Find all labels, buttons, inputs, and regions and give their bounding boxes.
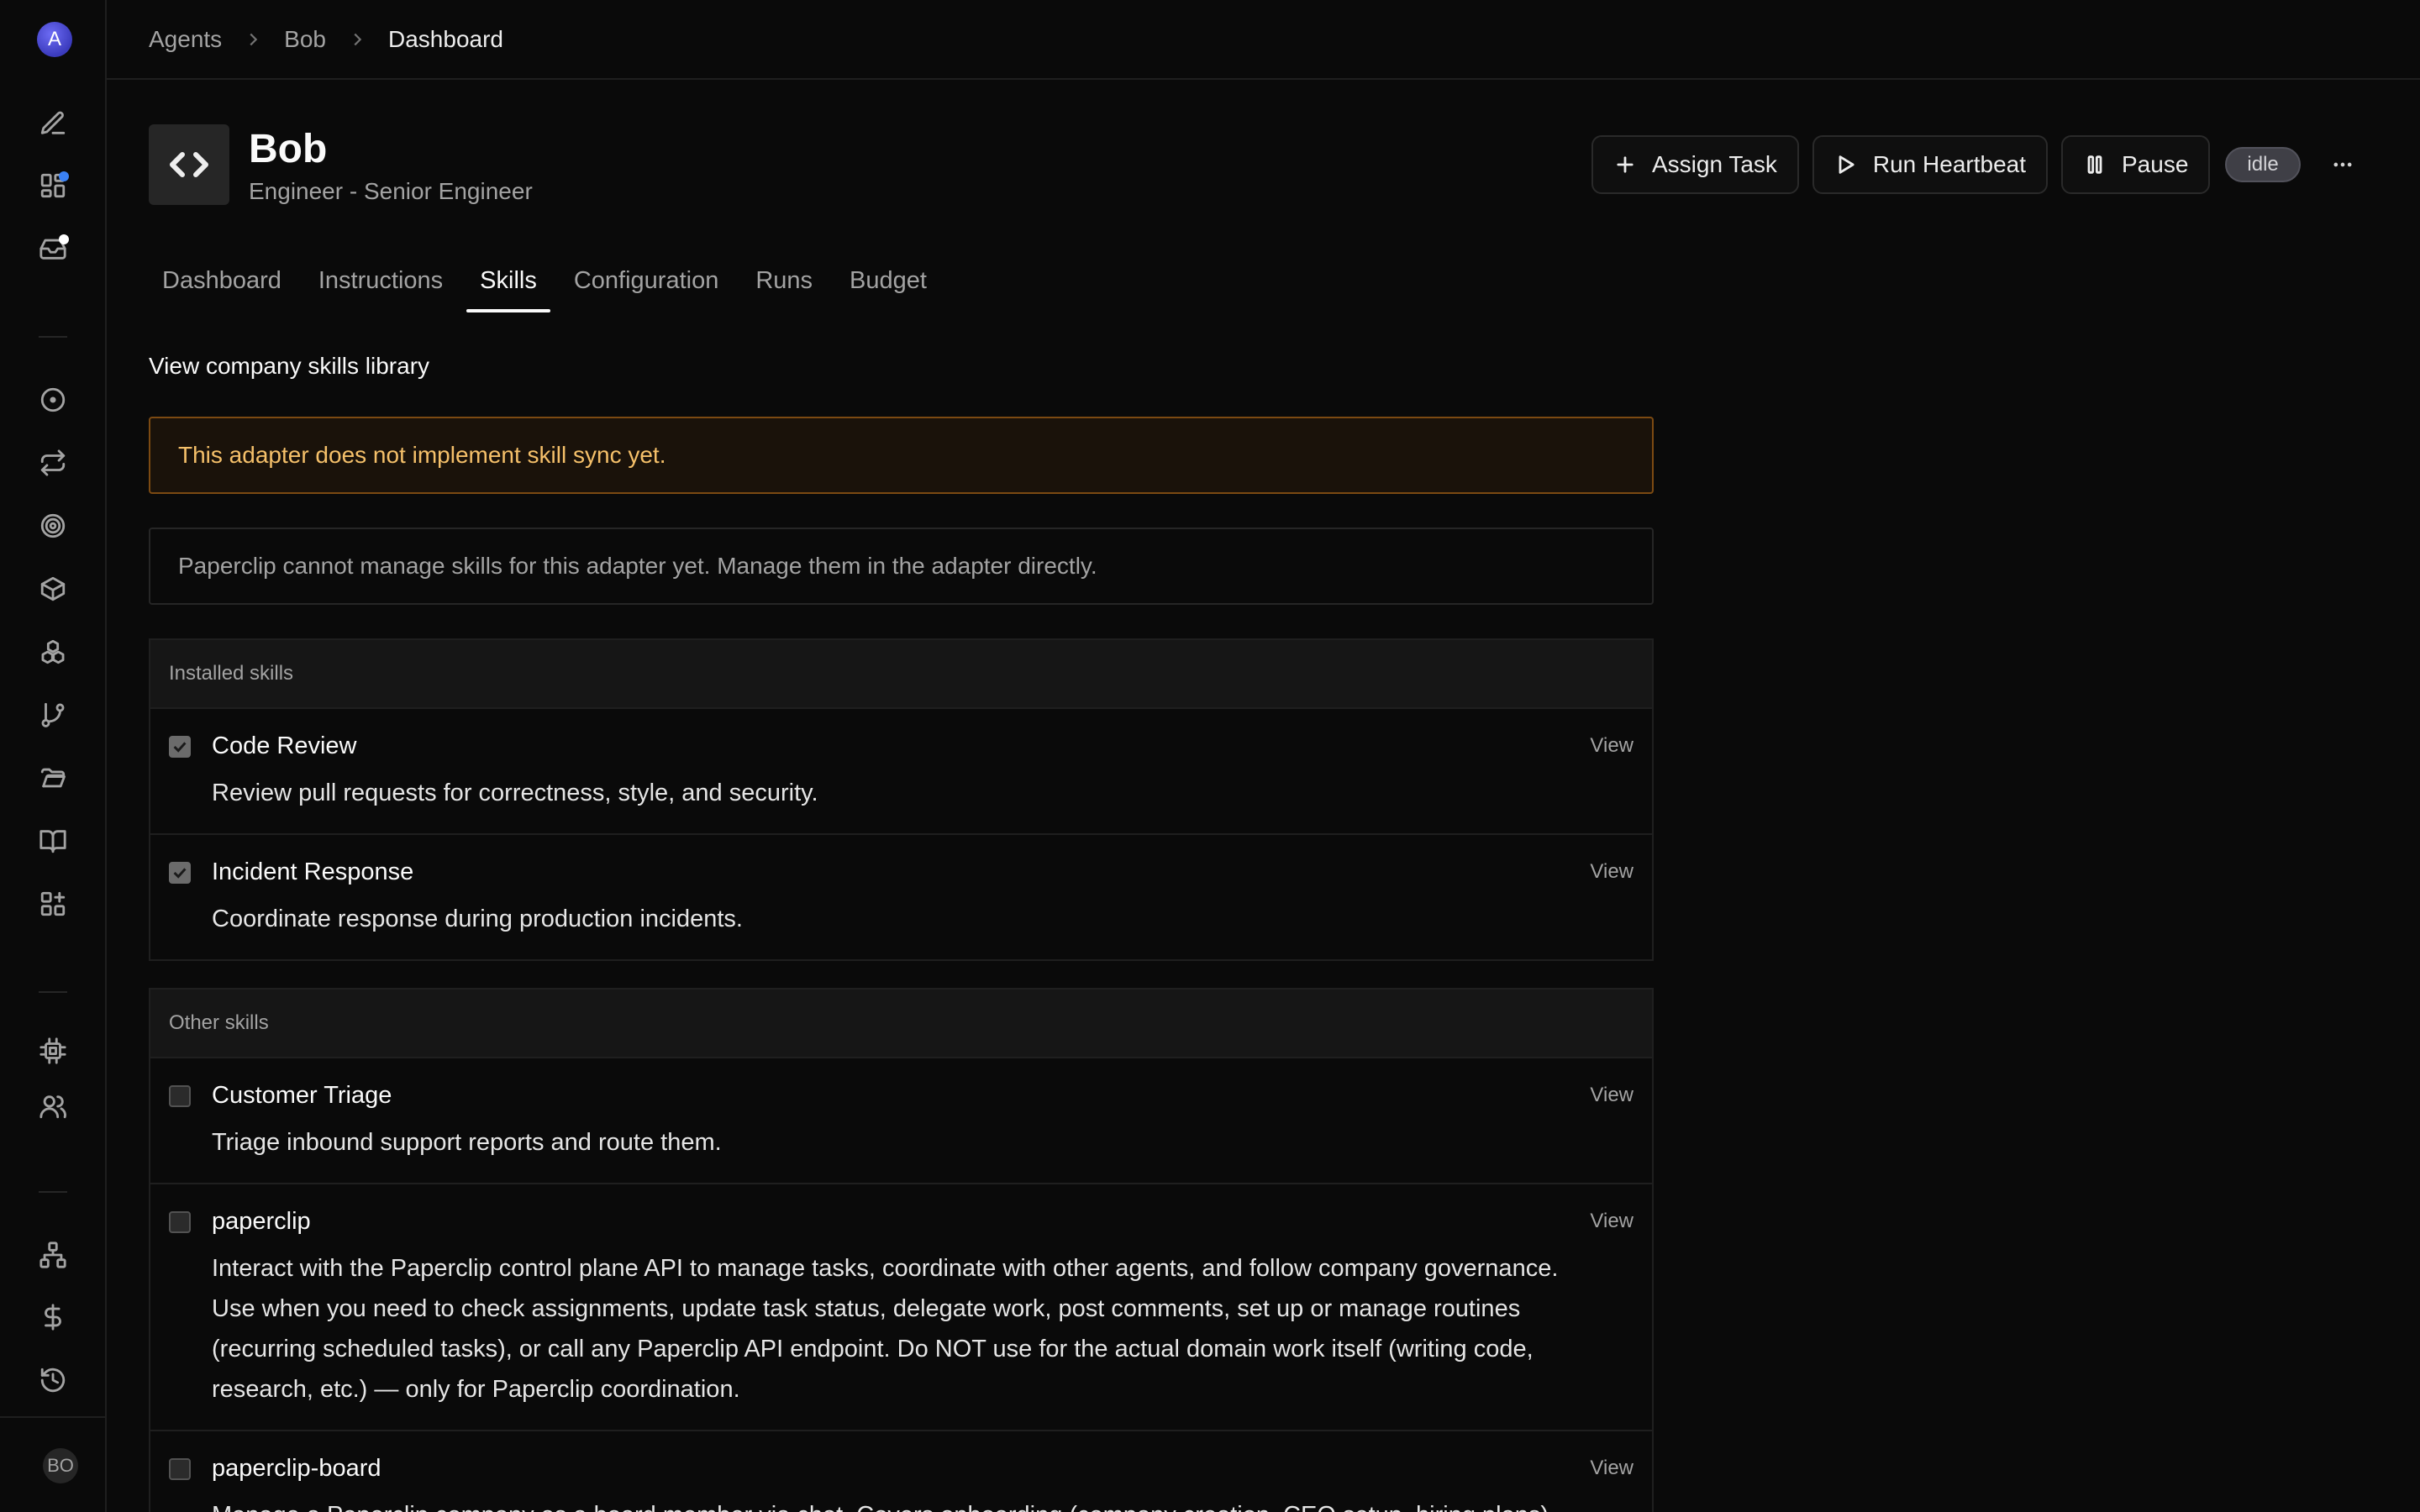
files-icon[interactable] [34,759,72,797]
tab-configuration[interactable]: Configuration [560,257,733,311]
skill-row: paperclip-board Manage a Paperclip compa… [150,1431,1652,1512]
code-icon [149,124,229,205]
tab-budget[interactable]: Budget [836,257,940,311]
workflows-icon[interactable] [34,696,72,734]
play-icon [1839,155,1854,174]
skills-library-link[interactable]: View company skills library [149,353,429,380]
other-skills-section: Other skills Customer Triage Triage inbo… [149,988,1654,1512]
tab-instructions[interactable]: Instructions [305,257,456,311]
skill-checkbox[interactable] [169,1211,191,1233]
sidebar-divider [39,1191,67,1193]
projects-icon[interactable] [34,570,72,608]
chevron-right-icon [244,30,262,49]
skill-row: paperclip Interact with the Paperclip co… [150,1184,1652,1431]
skill-checkbox[interactable] [169,862,191,884]
more-options-icon[interactable] [2326,153,2360,176]
issues-icon[interactable] [34,381,72,419]
run-heartbeat-button[interactable]: Run Heartbeat [1812,135,2048,194]
pause-button[interactable]: Pause [2061,135,2211,194]
skill-checkbox[interactable] [169,736,191,758]
tab-skills[interactable]: Skills [466,257,550,312]
skill-row: Customer Triage Triage inbound support r… [150,1058,1652,1184]
plus-icon [1617,156,1634,173]
skill-description: Manage a Paperclip company as a board me… [212,1495,1568,1512]
new-issue-icon[interactable] [34,104,72,143]
goals-icon[interactable] [34,507,72,545]
assign-task-label: Assign Task [1652,151,1777,177]
skill-row: Incident Response Coordinate response du… [150,835,1652,961]
skill-view-link[interactable]: View [1590,734,1634,758]
org-initial: A [47,28,61,50]
app-root: A BO Agents Bob Dashboard Bob Engineer -… [0,0,2420,1512]
breadcrumb-dashboard: Dashboard [388,25,503,52]
sidebar-divider [39,991,67,993]
skill-description: Review pull requests for correctness, st… [212,780,818,806]
section-title: Other skills [150,990,1652,1058]
run-heartbeat-label: Run Heartbeat [1872,151,2026,177]
skill-checkbox[interactable] [169,1085,191,1107]
inbox-notification-dot [59,234,69,244]
routines-icon[interactable] [34,444,72,482]
tab-runs[interactable]: Runs [742,257,826,311]
skill-view-link[interactable]: View [1590,1457,1634,1480]
user-avatar[interactable]: BO [43,1448,78,1483]
skill-description: Coordinate response during production in… [212,906,743,932]
costs-icon[interactable] [34,1298,72,1336]
docs-icon[interactable] [34,822,72,860]
skill-name: Customer Triage [212,1082,392,1109]
skill-name: Incident Response [212,858,414,885]
info-alert: Paperclip cannot manage skills for this … [149,528,1654,605]
pause-label: Pause [2122,151,2189,177]
tab-dashboard[interactable]: Dashboard [149,257,295,311]
warning-alert-text: This adapter does not implement skill sy… [178,442,666,468]
skill-description: Triage inbound support reports and route… [212,1129,722,1156]
adapters-icon[interactable] [34,1032,72,1070]
page-title: Bob [249,127,328,171]
agent-tabs: Dashboard Instructions Skills Configurat… [149,257,950,312]
breadcrumb-agents[interactable]: Agents [149,26,222,53]
skill-view-link[interactable]: View [1590,1084,1634,1107]
chevron-right-icon [348,30,366,49]
skill-description: Interact with the Paperclip control plan… [212,1255,1559,1403]
skill-view-link[interactable]: View [1590,860,1634,884]
activity-icon[interactable] [34,1361,72,1399]
dashboard-notification-dot [59,171,69,181]
plugins-icon[interactable] [34,885,72,923]
skill-view-link[interactable]: View [1590,1210,1634,1233]
skill-checkbox[interactable] [169,1458,191,1480]
breadcrumb: Agents Bob Dashboard [107,0,2420,80]
sidebar-divider [39,336,67,338]
sidebar: A BO [0,0,107,1512]
assign-task-button[interactable]: Assign Task [1591,135,1799,194]
pause-icon [2087,155,2102,174]
skill-name: paperclip-board [212,1455,381,1482]
skill-name: Code Review [212,732,357,759]
sidebar-footer-divider [0,1416,107,1418]
org-chart-icon[interactable] [34,1236,72,1274]
agent-role: Engineer - Senior Engineer [249,178,533,204]
skill-name: paperclip [212,1208,311,1235]
warning-alert: This adapter does not implement skill sy… [149,417,1654,494]
org-avatar[interactable]: A [37,22,72,57]
breadcrumb-bob[interactable]: Bob [284,26,326,53]
status-badge: idle [2225,147,2301,182]
agent-actions: Assign Task Run Heartbeat Pause idle [1591,135,2360,194]
agents-icon[interactable] [34,633,72,671]
user-initials: BO [47,1455,74,1476]
info-alert-text: Paperclip cannot manage skills for this … [178,553,1097,579]
members-icon[interactable] [34,1087,72,1126]
skill-row: Code Review Review pull requests for cor… [150,709,1652,835]
section-title: Installed skills [150,640,1652,709]
installed-skills-section: Installed skills Code Review Review pull… [149,638,1654,961]
